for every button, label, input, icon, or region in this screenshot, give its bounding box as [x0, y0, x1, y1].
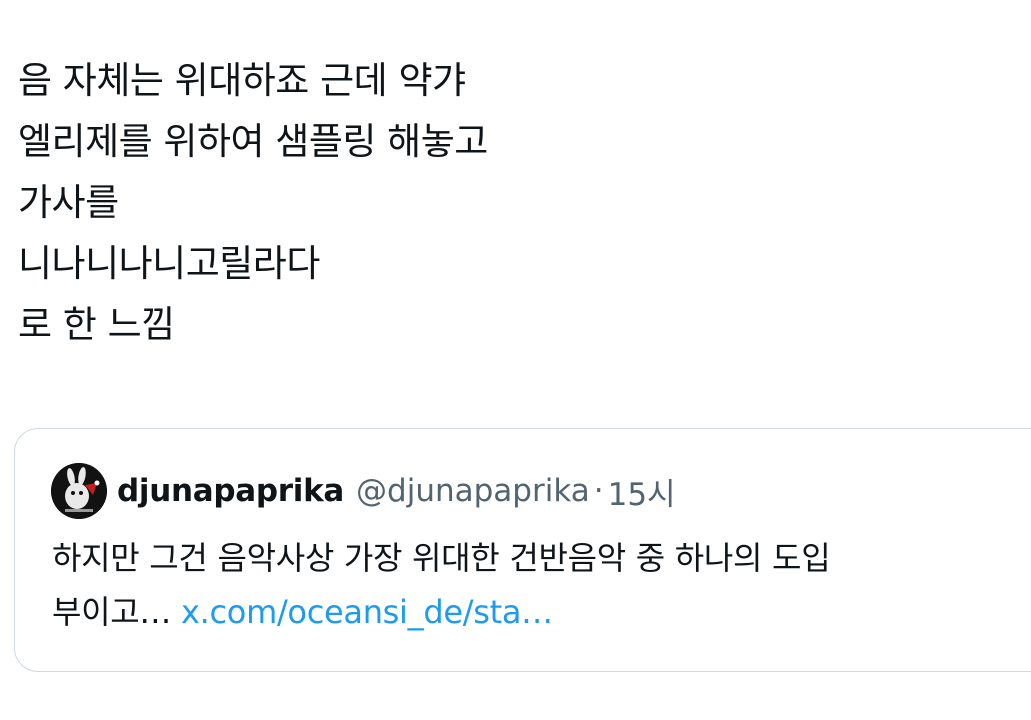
tweet-text-line: 가사를 — [18, 181, 119, 224]
quoted-tweet-card[interactable]: djunapaprika @djunapaprika · 15시 하지만 그건 … — [14, 428, 1031, 672]
tweet-text-line: 로 한 느낌 — [18, 303, 175, 346]
quoted-tweet-text-line: 하지만 그건 음악사상 가장 위대한 건반음악 중 하나의 도입 — [52, 539, 831, 577]
tweet-text-line: 엘리제를 위하여 샘플링 해놓고 — [18, 120, 488, 163]
quoted-tweet-text-line: 부이고… x.com/oceansi_de/sta… — [52, 585, 1012, 639]
user-handle[interactable]: @djunapaprika — [356, 473, 590, 509]
timestamp[interactable]: 15시 — [608, 469, 676, 514]
quoted-tweet-text-prefix: 부이고… — [52, 593, 172, 631]
avatar-image — [51, 463, 107, 519]
tweet-text: 음 자체는 위대하죠 근데 약갸 엘리제를 위하여 샘플링 해놓고 가사를 니나… — [18, 50, 1008, 355]
quoted-tweet-link[interactable]: x.com/oceansi_de/sta… — [181, 593, 553, 631]
quoted-tweet-header: djunapaprika @djunapaprika · 15시 — [51, 463, 676, 519]
display-name[interactable]: djunapaprika — [117, 473, 344, 509]
tweet-text-line: 니나니나니고릴라다 — [18, 242, 320, 285]
separator-dot: · — [593, 473, 604, 509]
avatar[interactable] — [51, 463, 107, 519]
quoted-tweet-text: 하지만 그건 음악사상 가장 위대한 건반음악 중 하나의 도입 부이고… x.… — [52, 531, 1012, 639]
tweet-text-line: 음 자체는 위대하죠 근데 약갸 — [18, 59, 466, 102]
